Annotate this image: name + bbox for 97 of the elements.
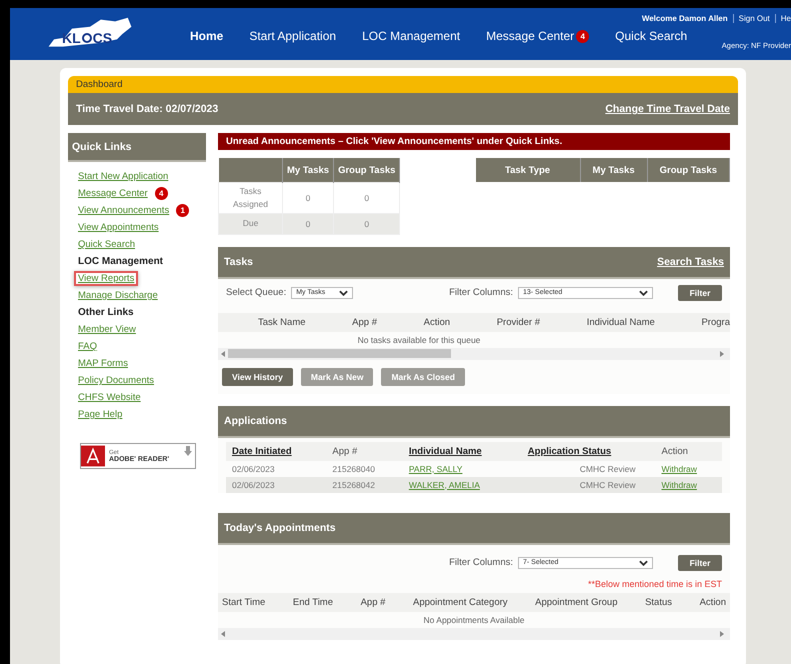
quick-link[interactable]: Start New Application (74, 169, 172, 184)
row-label: Tasks Assigned (218, 182, 282, 213)
scroll-right-icon[interactable] (720, 630, 724, 636)
quick-link[interactable]: View Appointments (74, 220, 163, 235)
logo[interactable]: KL CS (40, 16, 160, 52)
name-link[interactable]: WALKER, AMELIA (402, 476, 522, 492)
quick-link[interactable]: Page Help (74, 407, 126, 422)
pdf-icon (81, 445, 105, 467)
column-header: App # (352, 316, 377, 328)
user-link[interactable]: Sign Out (732, 14, 775, 23)
column-header: Status (645, 596, 672, 608)
table-cell: 0 (334, 182, 400, 213)
table-cell: 0 (282, 182, 334, 213)
empty-message: No tasks available for this queue (358, 334, 480, 344)
table-cell: 215268042 (326, 476, 403, 492)
search-tasks-link[interactable]: Search Tasks (657, 256, 724, 268)
table-cell: 02/06/2023 (226, 476, 326, 492)
empty-message: No Appointments Available (424, 614, 524, 624)
scroll-right-icon[interactable] (720, 350, 724, 356)
column-header: Group Tasks (334, 158, 400, 182)
nav-link[interactable]: Quick Search (615, 29, 688, 43)
panel-title: Today's Appointments (224, 522, 336, 534)
quick-link[interactable]: Quick Search (74, 237, 140, 252)
horizontal-scrollbar[interactable] (218, 628, 730, 640)
time-travel-date: Time Travel Date: 02/07/2023 (76, 103, 218, 115)
quick-link[interactable]: Member View (74, 322, 140, 337)
count-badge: 1 (176, 204, 190, 217)
field-label: Filter Columns: (449, 287, 513, 298)
row-label: Due (218, 213, 282, 234)
table-cell: CMHC Review (522, 476, 656, 492)
chevron-icon (639, 560, 648, 566)
scroll-left-icon[interactable] (221, 350, 225, 356)
count-badge: 4 (154, 187, 168, 200)
chevron-icon (339, 290, 348, 296)
quick-link[interactable]: Message Center (74, 186, 152, 201)
quick-link[interactable]: CHFS Website (74, 390, 145, 405)
column-header: Start Time (222, 596, 266, 608)
field-label: Select Queue: (226, 287, 286, 298)
quick-link[interactable]: FAQ (74, 339, 102, 354)
withdraw-link[interactable]: Withdraw (655, 460, 722, 476)
quick-link[interactable]: View Announcements (74, 203, 174, 218)
column-header: Action (700, 596, 726, 608)
field-label: Filter Columns: (449, 557, 513, 568)
quick-link[interactable]: MAP Forms (74, 356, 132, 371)
logo-text: KL CS (62, 30, 112, 46)
announcement-text: Unread Announcements – Click 'View Announcements' under Quick Links. (226, 136, 562, 147)
column-header[interactable]: Individual Name (402, 442, 522, 460)
table-cell: 02/06/2023 (226, 460, 326, 476)
link-group-heading: Other Links (77, 306, 135, 320)
column-header: Provider # (496, 316, 540, 328)
quick-link[interactable]: View Reports (74, 271, 138, 286)
column-header[interactable]: Date Initiated (226, 442, 326, 460)
quick-links-title: Quick Links (72, 140, 132, 152)
timezone-note: **Below mentioned time is in EST (588, 578, 722, 588)
table-cell: CMHC Review (522, 460, 656, 476)
nav-link[interactable]: LOC Management (362, 29, 460, 43)
panel-title: Applications (224, 414, 288, 426)
change-date-link[interactable]: Change Time Travel Date (605, 103, 730, 115)
column-header: Task Name (258, 316, 306, 328)
panel-title: Tasks (224, 256, 253, 268)
download-icon (184, 446, 192, 456)
column-header: Action (424, 316, 450, 328)
user-link[interactable]: He (774, 14, 791, 23)
quick-link[interactable]: Manage Discharge (74, 288, 162, 303)
horizontal-scrollbar[interactable] (218, 348, 730, 360)
column-header: Group Tasks (647, 158, 730, 182)
column-header: Task Type (476, 158, 580, 182)
column-header: End Time (292, 596, 334, 608)
name-link[interactable]: PARR, SALLY (402, 460, 522, 476)
table-cell: 0 (334, 213, 400, 234)
nav-link[interactable]: Start Application (249, 29, 336, 43)
table-cell: 215268040 (326, 460, 403, 476)
column-header: Appointment Group (535, 596, 618, 608)
column-header: My Tasks (282, 158, 334, 182)
table-header (218, 158, 282, 182)
column-header: Appointment Category (413, 596, 508, 608)
column-header[interactable]: Application Status (522, 442, 656, 460)
column-header: App # (326, 442, 403, 460)
action-button[interactable]: View History (222, 368, 293, 386)
filter-button[interactable]: Filter (678, 554, 722, 570)
scroll-left-icon[interactable] (221, 630, 225, 636)
withdraw-link[interactable]: Withdraw (655, 476, 722, 492)
filter-button[interactable]: Filter (678, 284, 722, 300)
count-badge: 4 (576, 30, 590, 42)
table-cell: 0 (282, 213, 334, 234)
column-header: Progra (701, 316, 730, 328)
chevron-icon (639, 290, 648, 296)
column-header: App # (360, 596, 386, 608)
link-group-heading: LOC Management (77, 255, 164, 269)
quick-link[interactable]: Policy Documents (74, 373, 158, 388)
breadcrumb-text: Dashboard (76, 79, 122, 90)
column-header: My Tasks (580, 158, 648, 182)
column-header: Individual Name (586, 316, 655, 328)
nav-link[interactable]: Message Center 4 (486, 29, 590, 43)
nav-link[interactable]: Home (190, 29, 224, 43)
column-header: Action (655, 442, 722, 460)
welcome-text: Welcome Damon Allen (640, 14, 729, 23)
